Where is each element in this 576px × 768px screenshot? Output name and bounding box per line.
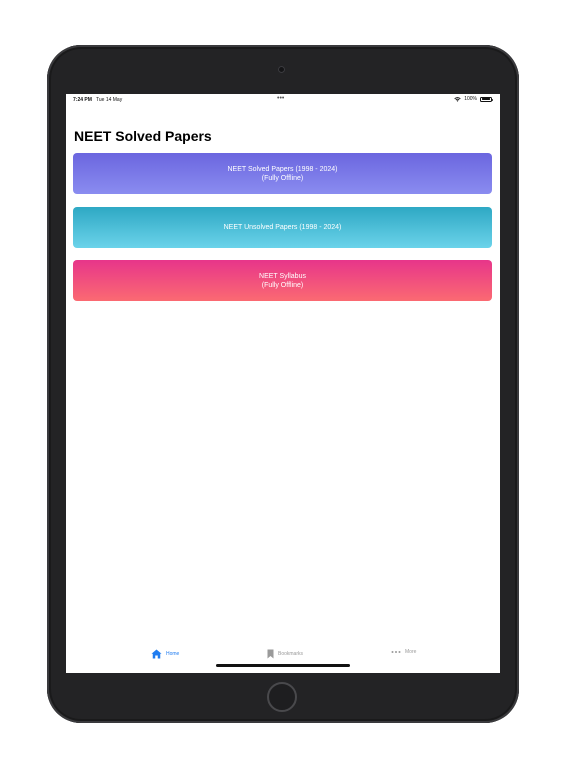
battery-icon — [480, 96, 493, 102]
ellipsis-icon — [391, 650, 401, 654]
unsolved-papers-label: NEET Unsolved Papers (1998 - 2024) — [223, 224, 342, 231]
solved-papers-sublabel: (Fully Offline) — [261, 174, 304, 182]
status-bar: 7:24 PM Tue 14 May ••• 100% — [66, 94, 500, 106]
syllabus-button[interactable]: NEET Syllabus (Fully Offline) — [73, 260, 492, 301]
app-screen: 7:24 PM Tue 14 May ••• 100% NEET Solved … — [66, 94, 500, 673]
tab-home-label: Home — [166, 651, 180, 657]
unsolved-papers-button[interactable]: NEET Unsolved Papers (1998 - 2024) — [73, 207, 492, 248]
house-icon — [151, 649, 162, 659]
syllabus-label: NEET Syllabus — [259, 272, 306, 280]
hardware-home-button[interactable] — [267, 682, 297, 712]
battery-percentage: 100% — [464, 96, 477, 102]
tab-home[interactable]: Home — [151, 649, 179, 659]
status-date: Tue 14 May — [96, 97, 123, 103]
page-title: NEET Solved Papers — [74, 128, 212, 144]
status-time: 7:24 PM — [73, 97, 92, 103]
multitasking-dots[interactable]: ••• — [277, 95, 284, 102]
home-indicator[interactable] — [216, 664, 350, 667]
bookmark-icon — [267, 649, 274, 659]
tab-more[interactable]: More — [391, 649, 416, 655]
solved-papers-label: NEET Solved Papers (1998 - 2024) — [227, 165, 338, 173]
tab-bookmarks-label: Bookmarks — [278, 651, 304, 657]
wifi-icon — [454, 96, 461, 102]
solved-papers-button[interactable]: NEET Solved Papers (1998 - 2024) (Fully … — [73, 153, 492, 194]
tab-more-label: More — [405, 649, 417, 655]
tab-bookmarks[interactable]: Bookmarks — [267, 649, 303, 659]
status-right-group: 100% — [454, 96, 493, 102]
ipad-frame: 7:24 PM Tue 14 May ••• 100% NEET Solved … — [47, 45, 519, 723]
front-camera — [278, 66, 285, 73]
battery-fill — [481, 98, 491, 100]
syllabus-sublabel: (Fully Offline) — [261, 281, 304, 289]
